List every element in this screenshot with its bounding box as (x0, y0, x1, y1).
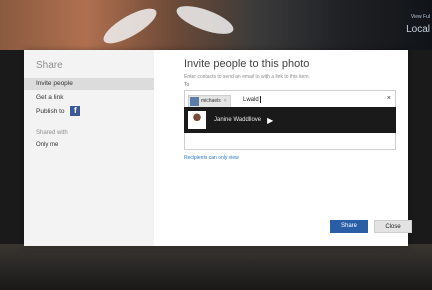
share-sidebar: Share Invite people Get a link Publish t… (24, 50, 154, 246)
share-title: Share (36, 60, 63, 71)
share-dialog: Share Invite people Get a link Publish t… (24, 50, 412, 246)
recipients-permission-link[interactable]: Recipients can only view (184, 155, 239, 161)
mouse-pointer-icon: ▶ (267, 115, 274, 125)
recipient-chip-label: michaels (201, 98, 221, 104)
invite-panel: Invite people to this photo Enter contac… (154, 50, 412, 246)
facebook-icon[interactable]: f (70, 106, 81, 117)
suggestion-avatar (188, 111, 206, 129)
sidebar-item-label: Get a link (36, 94, 64, 101)
remove-chip-icon[interactable]: × (224, 96, 227, 107)
shared-with-label: Shared with (36, 130, 68, 136)
close-button[interactable]: Close (374, 220, 412, 233)
instruction-text: Enter contacts to send an email to with … (184, 74, 310, 80)
sidebar-item-publish-to[interactable]: Publish to f (24, 106, 154, 118)
background-labels: View Ful Local (406, 14, 430, 35)
sidebar-item-invite-people[interactable]: Invite people (24, 78, 154, 90)
to-label: To (184, 82, 190, 88)
suggestion-name: Janine Waddllove (214, 117, 262, 123)
sidebar-item-label: Invite people (36, 80, 73, 87)
bird-wing-left (99, 2, 161, 50)
contact-avatar-icon (190, 97, 199, 106)
typed-query[interactable]: Lwald (243, 96, 261, 103)
sidebar-item-label: Publish to (36, 108, 65, 115)
background-photo-bottom (0, 244, 432, 290)
clear-input-icon[interactable]: × (387, 95, 391, 102)
shared-with-value: Only me (36, 142, 59, 148)
background-photo: View Ful Local (0, 0, 432, 50)
bird-wing-right (173, 0, 237, 40)
text-cursor (259, 96, 261, 103)
sidebar-item-get-a-link[interactable]: Get a link (24, 92, 154, 104)
view-full-link[interactable]: View Ful (406, 14, 430, 20)
panel-title: Invite people to this photo (184, 58, 310, 70)
share-button[interactable]: Share (330, 220, 368, 233)
location-label: Local (406, 24, 430, 35)
contact-suggestion[interactable]: Janine Waddllove ▶ (184, 107, 396, 133)
typed-text: Lwald (243, 97, 259, 104)
